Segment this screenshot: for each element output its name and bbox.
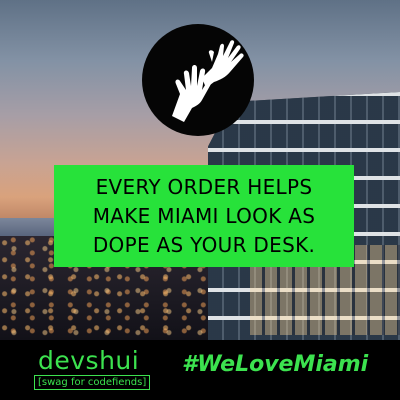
hashtag-text: #WeLoveMiami	[182, 352, 369, 377]
banner-line-2: MAKE MIAMI LOOK AS	[92, 203, 316, 228]
banner-line-1: EVERY ORDER HELPS	[95, 174, 313, 199]
banner-line-3: DOPE AS YOUR DESK.	[92, 232, 316, 257]
brand-tagline: [swag for codefiends]	[34, 375, 151, 390]
brand-name: devshui	[38, 346, 140, 375]
promo-image: EVERY ORDER HELPS MAKE MIAMI LOOK AS DOP…	[0, 0, 400, 400]
devshui-logo: devshui [swag for codefiends]	[34, 346, 156, 392]
message-banner: EVERY ORDER HELPS MAKE MIAMI LOOK AS DOP…	[54, 165, 354, 267]
reaching-hands-icon	[142, 24, 254, 136]
